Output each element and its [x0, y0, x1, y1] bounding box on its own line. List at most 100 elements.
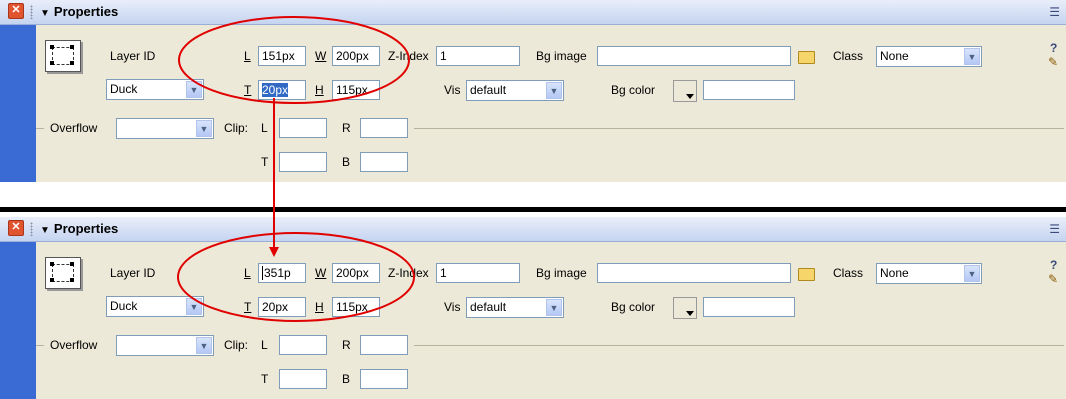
options-menu-icon[interactable]: ☰ [1049, 5, 1060, 19]
zindex-input[interactable]: 1 [436, 46, 520, 66]
l-input[interactable]: 351p [258, 263, 306, 283]
chevron-down-icon: ▼ [196, 120, 212, 137]
panel-content: Layer ID Duck ▼ L 151px W 200px T 20px H … [36, 25, 1066, 182]
class-select[interactable]: None ▼ [876, 263, 982, 284]
t-input[interactable]: 20px [258, 80, 306, 100]
edit-pencil-icon[interactable]: ✎ [1048, 55, 1058, 69]
panel-title-label: Properties [53, 4, 119, 19]
clip-t-label: T [261, 372, 269, 386]
bg-color-label: Bg color [611, 300, 656, 314]
options-menu-icon[interactable]: ☰ [1049, 222, 1060, 236]
overflow-label: Overflow [50, 121, 98, 135]
separator [36, 128, 44, 129]
l-input[interactable]: 151px [258, 46, 306, 66]
layer-icon [45, 40, 81, 72]
help-icon[interactable]: ? [1050, 41, 1057, 55]
grip-icon[interactable] [30, 222, 33, 236]
chevron-down-icon: ▼ [546, 82, 562, 99]
layer-id-label: Layer ID [110, 49, 156, 63]
w-label: W [315, 266, 327, 280]
w-input[interactable]: 200px [332, 46, 380, 66]
close-icon[interactable]: ✕ [8, 3, 24, 19]
folder-icon[interactable] [798, 268, 815, 281]
bg-color-input[interactable] [703, 80, 795, 100]
clip-l-label: L [261, 338, 268, 352]
layer-id-select[interactable]: Duck ▼ [106, 79, 204, 100]
clip-l-input[interactable] [279, 335, 327, 355]
divider-bar [0, 207, 1066, 212]
bg-color-label: Bg color [611, 83, 656, 97]
zindex-label: Z-Index [388, 266, 429, 280]
chevron-down-icon: ▼ [186, 298, 202, 315]
panel-title[interactable]: ▼ Properties [40, 221, 118, 236]
bg-image-input[interactable] [597, 263, 791, 283]
w-label: W [315, 49, 327, 63]
l-label: L [244, 49, 251, 63]
panel-content: Layer ID Duck ▼ L 351p W 200px T 20px H 1… [36, 242, 1066, 399]
clip-label: Clip: [224, 121, 249, 135]
zindex-label: Z-Index [388, 49, 429, 63]
chevron-down-icon: ▼ [964, 48, 980, 65]
h-input[interactable]: 115px [332, 297, 380, 317]
overflow-select[interactable]: ▼ [116, 335, 214, 356]
panel-title-label: Properties [53, 221, 119, 236]
collapse-triangle-icon: ▼ [40, 8, 50, 19]
vis-label: Vis [444, 300, 461, 314]
clip-r-label: R [342, 338, 351, 352]
layer-icon [45, 257, 81, 289]
bg-image-input[interactable] [597, 46, 791, 66]
clip-t-input[interactable] [279, 369, 327, 389]
chevron-down-icon: ▼ [546, 299, 562, 316]
t-label: T [244, 300, 252, 314]
class-select[interactable]: None ▼ [876, 46, 982, 67]
t-input-selected-text: 20px [262, 83, 289, 97]
vis-label: Vis [444, 83, 461, 97]
overflow-select[interactable]: ▼ [116, 118, 214, 139]
clip-l-input[interactable] [279, 118, 327, 138]
h-label: H [315, 300, 324, 314]
separator [36, 345, 44, 346]
clip-b-input[interactable] [360, 369, 408, 389]
panel-side-strip [0, 0, 36, 182]
properties-panel-after: ✕ ▼ Properties ☰ Layer ID Duck ▼ L 351p W … [0, 217, 1066, 399]
panel-side-strip [0, 217, 36, 399]
chevron-down-icon: ▼ [196, 337, 212, 354]
w-input[interactable]: 200px [332, 263, 380, 283]
vis-select[interactable]: default ▼ [466, 80, 564, 101]
chevron-down-icon: ▼ [964, 265, 980, 282]
separator [414, 345, 1064, 346]
panel-titlebar: ✕ ▼ Properties ☰ [0, 0, 1066, 25]
layer-id-select[interactable]: Duck ▼ [106, 296, 204, 317]
folder-icon[interactable] [798, 51, 815, 64]
clip-t-label: T [261, 155, 269, 169]
layer-id-label: Layer ID [110, 266, 156, 280]
clip-b-input[interactable] [360, 152, 408, 172]
bg-color-input[interactable] [703, 297, 795, 317]
l-input-value: 351p [264, 266, 291, 280]
clip-t-input[interactable] [279, 152, 327, 172]
l-label: L [244, 266, 251, 280]
separator [414, 128, 1064, 129]
grip-icon[interactable] [30, 5, 33, 19]
t-input[interactable]: 20px [258, 297, 306, 317]
panel-titlebar: ✕ ▼ Properties ☰ [0, 217, 1066, 242]
clip-r-label: R [342, 121, 351, 135]
bg-color-swatch[interactable] [673, 297, 697, 319]
h-input[interactable]: 115px [332, 80, 380, 100]
vis-value: default [470, 83, 507, 97]
zindex-input[interactable]: 1 [436, 263, 520, 283]
properties-panel-before: ✕ ▼ Properties ☰ Layer ID Duck ▼ L 151px W… [0, 0, 1066, 182]
edit-pencil-icon[interactable]: ✎ [1048, 272, 1058, 286]
panel-title[interactable]: ▼ Properties [40, 4, 118, 19]
class-label: Class [833, 49, 864, 63]
clip-r-input[interactable] [360, 118, 408, 138]
close-icon[interactable]: ✕ [8, 220, 24, 236]
clip-b-label: B [342, 372, 351, 386]
vis-select[interactable]: default ▼ [466, 297, 564, 318]
clip-r-input[interactable] [360, 335, 408, 355]
help-icon[interactable]: ? [1050, 258, 1057, 272]
class-value: None [880, 266, 909, 280]
bg-image-label: Bg image [536, 266, 587, 280]
bg-color-swatch[interactable] [673, 80, 697, 102]
clip-l-label: L [261, 121, 268, 135]
